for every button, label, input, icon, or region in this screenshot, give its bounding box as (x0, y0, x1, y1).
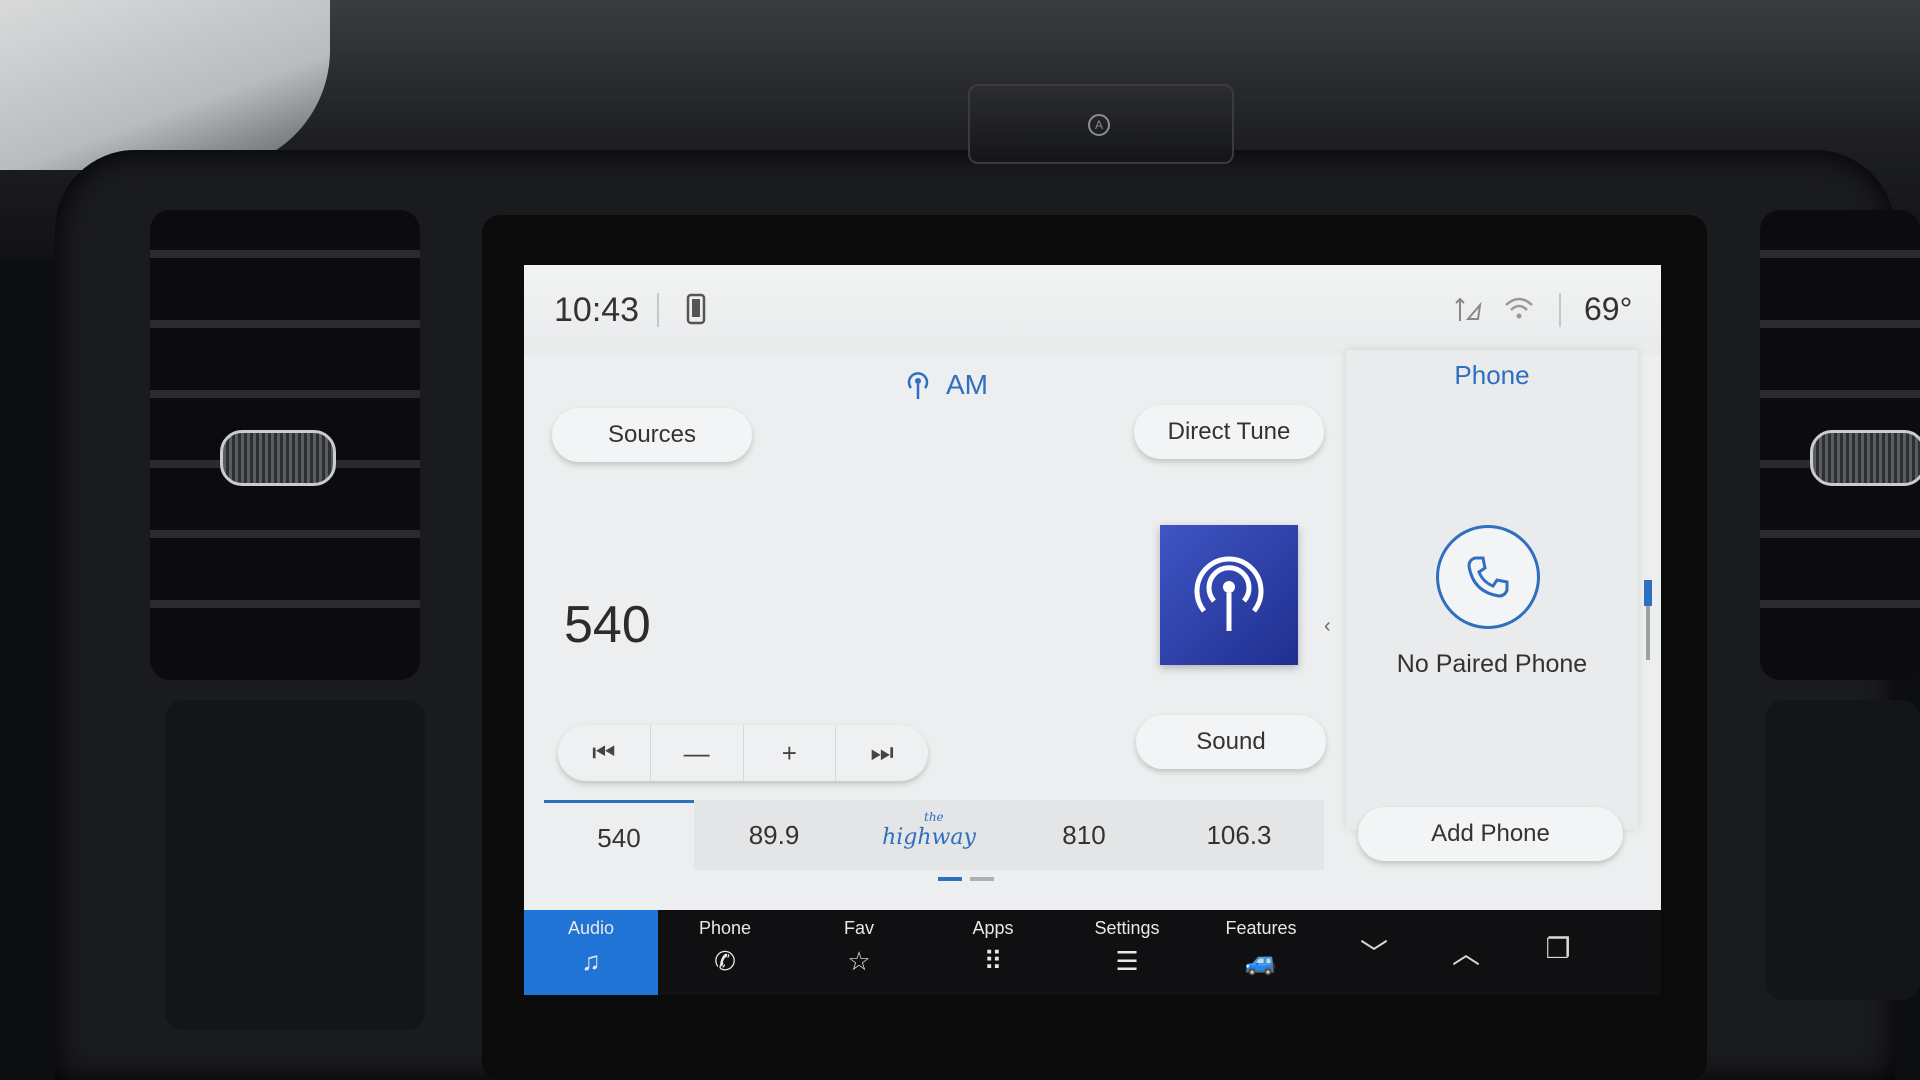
tune-down-button[interactable]: — (651, 725, 744, 781)
panel-scrollbar[interactable] (1644, 580, 1652, 660)
chevron-down-icon: ﹀ (1359, 938, 1388, 969)
nav-features[interactable]: Features 🚙 (1194, 910, 1328, 995)
bottom-nav: Audio ♫ Phone ✆ Fav ☆ Apps ⠿ Settings ☰ … (524, 910, 1661, 995)
status-divider (1559, 293, 1561, 327)
nav-collapse-button[interactable]: ﹀ (1328, 910, 1420, 995)
nav-label: Phone (698, 918, 752, 938)
scrollbar-thumb[interactable] (1644, 580, 1652, 606)
hazard-switch[interactable]: A (968, 84, 1234, 164)
music-note-icon: ♫ (581, 946, 601, 976)
preset-1[interactable]: 540 (544, 800, 694, 873)
grid-icon: ⠿ (983, 946, 1003, 976)
sliders-icon: ☰ (1115, 946, 1139, 976)
stacked-windows-icon: ❐ (1545, 933, 1571, 964)
seek-back-button[interactable]: ⏮ (558, 725, 651, 781)
right-lower-panel (1765, 700, 1920, 1000)
status-divider (657, 293, 659, 327)
nav-expand-button[interactable]: ︿ (1420, 910, 1512, 995)
preset-logo-small: the (924, 810, 944, 824)
seek-forward-button[interactable]: ⏭ (836, 725, 928, 781)
nav-phone[interactable]: Phone ✆ (658, 910, 792, 995)
gps-signal-icon (1454, 295, 1484, 328)
transport-controls: ⏮ — + ⏭ (558, 725, 928, 781)
windshield-glimpse (0, 0, 330, 170)
phone-icon: ✆ (714, 946, 736, 976)
station-art-tile (1160, 525, 1298, 665)
star-plus-icon: ☆ (847, 946, 871, 976)
right-vent-knob[interactable] (1810, 430, 1920, 486)
current-frequency: 540 (564, 596, 651, 654)
antenna-icon (1194, 556, 1264, 631)
collapse-panel-chevron-icon[interactable]: ‹ (1324, 615, 1331, 638)
preset-page-indicator (938, 877, 994, 881)
nav-apps[interactable]: Apps ⠿ (926, 910, 1060, 995)
auto-start-stop-icon: A (1088, 114, 1110, 136)
phone-card-title: Phone (1454, 360, 1530, 390)
sound-button[interactable]: Sound (1136, 715, 1326, 769)
page-dot (938, 877, 962, 881)
clock: 10:43 (554, 291, 640, 329)
nav-label: Settings (1094, 918, 1160, 938)
tune-up-button[interactable]: + (744, 725, 837, 781)
wifi-icon (1504, 295, 1534, 326)
phone-projection-icon (686, 293, 708, 332)
source-label: AM (946, 369, 988, 400)
phone-card: Phone No Paired Phone Add Phone (1346, 350, 1638, 861)
nav-fav[interactable]: Fav ☆ (792, 910, 926, 995)
infotainment-screen: 10:43 69° AM Sources Direct Tune 540 ‹ S… (524, 265, 1661, 995)
nav-label: Features (1225, 918, 1297, 938)
nav-label: Fav (843, 918, 874, 938)
chevron-up-icon: ︿ (1451, 938, 1480, 969)
nav-screens-button[interactable]: ❐ (1512, 910, 1604, 995)
nav-settings[interactable]: Settings ☰ (1060, 910, 1194, 995)
phone-icon[interactable] (1436, 525, 1540, 629)
preset-5[interactable]: 106.3 (1164, 800, 1314, 870)
direct-tune-button[interactable]: Direct Tune (1134, 405, 1324, 459)
phone-status: No Paired Phone (1396, 650, 1588, 678)
preset-4[interactable]: 810 (1009, 800, 1159, 870)
vehicle-icon: 🚙 (1244, 946, 1278, 976)
sources-button[interactable]: Sources (552, 408, 752, 462)
preset-strip: 540 89.9 the highway 810 106.3 (544, 800, 1324, 873)
preset-3[interactable]: the highway (854, 800, 1004, 870)
nav-label: Audio (567, 918, 615, 938)
preset-2[interactable]: 89.9 (699, 800, 849, 870)
audio-source-indicator: AM (904, 365, 988, 405)
add-phone-button[interactable]: Add Phone (1358, 807, 1623, 861)
page-dot (970, 877, 994, 881)
outside-temperature: 69° (1584, 291, 1633, 327)
nav-label: Apps (972, 918, 1014, 938)
antenna-icon (907, 372, 929, 399)
nav-audio[interactable]: Audio ♫ (524, 910, 658, 995)
left-lower-panel (165, 700, 425, 1030)
left-vent-knob[interactable] (220, 430, 336, 486)
status-bar: 10:43 69° (524, 265, 1661, 355)
